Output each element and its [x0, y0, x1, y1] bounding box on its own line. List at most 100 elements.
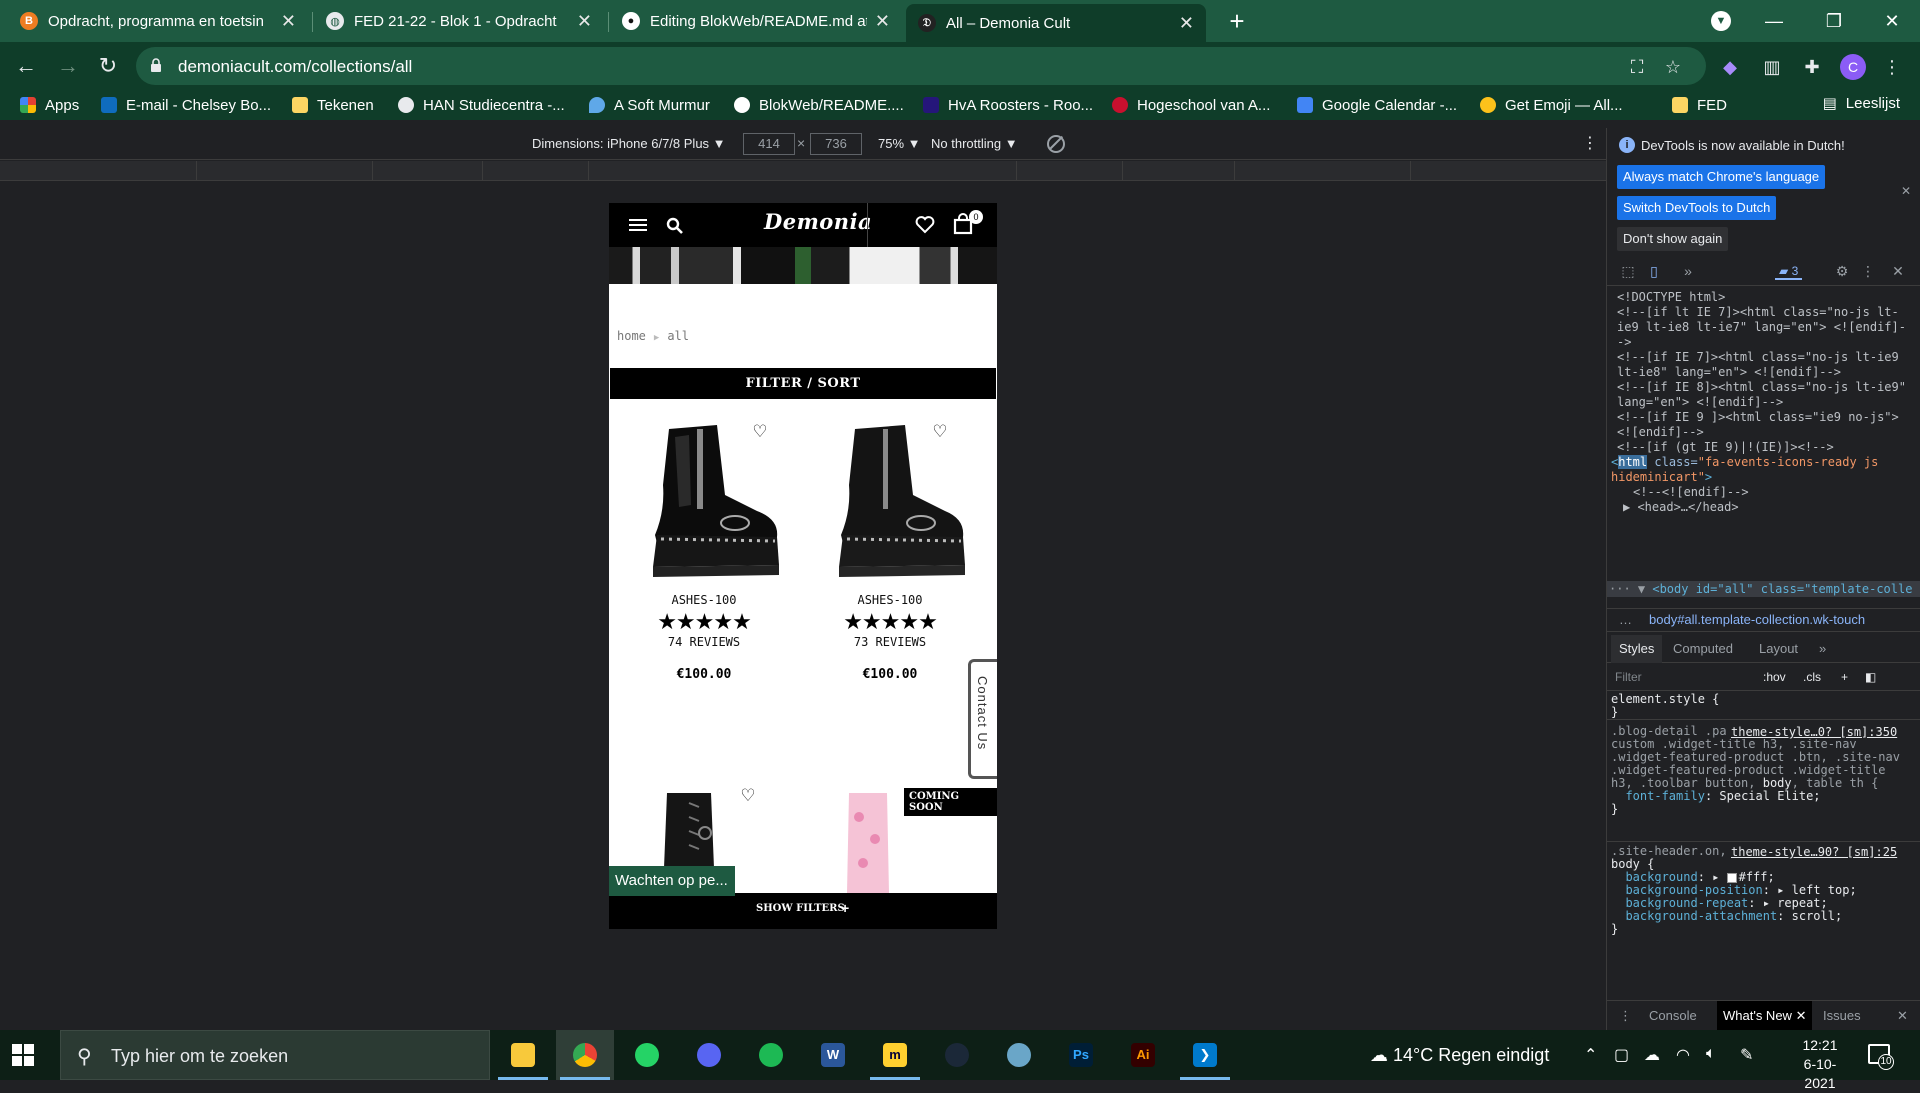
wishlist-heart-icon[interactable]: ♡ — [931, 423, 949, 441]
stylesheet-link[interactable]: theme-style…90? [sm]:25 — [1727, 845, 1898, 859]
boot-product-image[interactable] — [825, 415, 975, 585]
url-text[interactable]: demoniacult.com/collections/all — [178, 57, 412, 77]
element-style-rule[interactable]: element.style {} — [1611, 693, 1911, 719]
forward-button[interactable]: → — [52, 50, 84, 82]
new-tab-button[interactable]: + — [1222, 6, 1252, 36]
reload-button[interactable]: ↻ — [92, 50, 124, 82]
dom-line-body-selected[interactable]: ··· ▼ <body id="all" class="template-col… — [1607, 581, 1920, 597]
close-devtools-icon[interactable]: ✕ — [1889, 262, 1907, 280]
address-bar[interactable]: demoniacult.com/collections/all ⛶ ☆ — [136, 47, 1706, 85]
bookmark-fed[interactable]: FED — [1672, 94, 1727, 116]
crumb-overflow-icon[interactable]: … — [1619, 609, 1632, 631]
dom-line[interactable]: <!--[if IE 7]><html class="no-js lt-ie9 … — [1617, 350, 1911, 380]
cls-toggle[interactable]: .cls — [1803, 670, 1821, 684]
match-language-button[interactable]: Always match Chrome's language — [1617, 165, 1826, 189]
close-icon[interactable]: ✕ — [1179, 13, 1194, 34]
close-icon[interactable]: ✕ — [875, 11, 890, 32]
stylesheet-link[interactable]: theme-style…0? [sm]:350 — [1727, 725, 1898, 739]
pen-icon[interactable]: ✎ — [1740, 1045, 1753, 1065]
dom-line[interactable]: <!--[if IE 9 ]><html class="ie9 no-js"> … — [1617, 410, 1911, 440]
issues-badge[interactable]: ▰ 3 — [1775, 262, 1803, 280]
close-icon[interactable]: ✕ — [281, 11, 296, 32]
tab-issues[interactable]: Issues — [1823, 1008, 1861, 1023]
bookmark-han[interactable]: HAN Studiecentra -... — [398, 94, 565, 116]
dom-line-head[interactable]: ▶ <head>…</head> — [1623, 500, 1917, 515]
bookmark-soft-murmur[interactable]: A Soft Murmur — [589, 94, 710, 116]
show-filters-bar[interactable]: SHOW FILTERS + — [609, 893, 997, 929]
inspect-element-icon[interactable]: ⬚ — [1619, 262, 1637, 280]
filter-sort-button[interactable]: FILTER / SORT — [610, 368, 996, 399]
more-options-icon[interactable]: ⋮ — [1582, 133, 1598, 153]
wishlist-heart-icon[interactable]: ♡ — [751, 423, 769, 441]
throttling-select[interactable]: No throttling ▼ — [931, 136, 1018, 151]
device-height-input[interactable]: 736 — [810, 133, 862, 155]
media-query-ruler[interactable] — [0, 161, 1606, 181]
chrome-icon[interactable] — [556, 1030, 614, 1080]
dont-show-again-button[interactable]: Don't show again — [1617, 227, 1729, 251]
reading-list-button[interactable]: ▤ Leeslijst — [1823, 94, 1900, 113]
styles-pane[interactable]: element.style {} .blog-detail .page-head… — [1607, 693, 1920, 993]
bookmark-apps[interactable]: Apps — [20, 94, 79, 116]
profile-avatar[interactable]: C — [1840, 54, 1866, 80]
rotate-disabled-icon[interactable] — [1047, 135, 1065, 153]
bookmark-tekenen[interactable]: Tekenen — [292, 94, 374, 116]
site-logo[interactable]: Demonia — [764, 209, 872, 234]
wifi-icon[interactable]: ◠ — [1676, 1045, 1690, 1065]
device-select[interactable]: Dimensions: iPhone 6/7/8 Plus ▼ — [532, 136, 726, 151]
breadcrumb-home[interactable]: home — [617, 329, 646, 343]
windows-start-icon[interactable] — [12, 1044, 34, 1066]
boot-product-image[interactable] — [843, 793, 893, 893]
close-icon[interactable]: ✕ — [577, 11, 592, 32]
vscode-icon[interactable]: ❯ — [1176, 1030, 1234, 1080]
word-icon[interactable]: W — [804, 1030, 862, 1080]
expand-triangle-icon[interactable]: ▶ — [1623, 500, 1637, 514]
hamburger-menu-icon[interactable] — [629, 218, 647, 232]
dom-line[interactable]: <!--[if (gt IE 9)|!(IE)]><!--> — [1617, 440, 1911, 455]
translate-icon[interactable]: ⛶ — [1626, 56, 1648, 78]
steam-icon[interactable] — [928, 1030, 986, 1080]
onedrive-cloud-icon[interactable]: ☁ — [1644, 1045, 1660, 1065]
tab-styles[interactable]: Styles — [1611, 635, 1663, 663]
taskbar-search[interactable]: ⚲ Typ hier om te zoeken — [60, 1030, 490, 1080]
tab-computed[interactable]: Computed — [1673, 641, 1733, 656]
clock[interactable]: 12:21 6-10-2021 — [1790, 1036, 1850, 1093]
elements-dom-tree[interactable]: <!DOCTYPE html> <!--[if lt IE 7]><html c… — [1607, 288, 1920, 608]
illustrator-icon[interactable]: Ai — [1114, 1030, 1172, 1080]
expand-triangle-icon[interactable]: ··· ▼ — [1609, 582, 1652, 596]
device-toggle-icon[interactable]: ▯ — [1645, 262, 1663, 280]
crumb-body[interactable]: body#all.template-collection.wk-touch — [1649, 612, 1865, 627]
volume-icon[interactable]: 🔈︎ — [1706, 1045, 1716, 1063]
dom-line[interactable]: <!DOCTYPE html> — [1617, 290, 1911, 305]
tab-opdracht[interactable]: B Opdracht, programma en toetsin ✕ — [8, 0, 308, 42]
product-name[interactable]: ASHES-100 — [805, 593, 975, 607]
bookmark-hva-roosters[interactable]: HvA Roosters - Roo... — [923, 94, 1093, 116]
bookmark-hogeschool[interactable]: Hogeschool van A... — [1112, 94, 1270, 116]
miro-icon[interactable]: m — [866, 1030, 924, 1080]
tab-fed[interactable]: ◍ FED 21-22 - Blok 1 - Opdracht ✕ — [314, 0, 604, 42]
bookmark-github[interactable]: BlokWeb/README.... — [734, 94, 904, 116]
restore-button[interactable]: ❐ — [1806, 0, 1862, 42]
color-swatch-icon[interactable] — [1726, 872, 1737, 883]
tab-github[interactable]: ● Editing BlokWeb/README.md at ✕ — [610, 0, 902, 42]
close-drawer-icon[interactable]: ✕ — [1897, 1008, 1908, 1024]
drawer-menu-icon[interactable]: ⋮ — [1619, 1008, 1632, 1024]
wishlist-heart-icon[interactable]: ♡ — [739, 787, 757, 805]
more-tabs-chevron-icon[interactable]: » — [1679, 262, 1697, 280]
dom-line[interactable]: <!--[if lt IE 7]><html class="no-js lt-i… — [1617, 305, 1911, 350]
file-explorer-icon[interactable] — [494, 1030, 552, 1080]
extension-icon[interactable]: ◆ — [1718, 55, 1742, 79]
device-icon[interactable]: ▢ — [1614, 1045, 1629, 1065]
styles-filter-input[interactable]: Filter — [1615, 670, 1642, 684]
toggle-sidebar-icon[interactable]: ◧ — [1865, 670, 1876, 684]
dom-line[interactable]: <!--<![endif]--> — [1633, 485, 1920, 500]
contact-us-tab[interactable]: Contact Us — [968, 659, 997, 779]
extensions-puzzle-icon[interactable]: ✚ — [1800, 55, 1824, 79]
close-icon[interactable]: ✕ — [1901, 184, 1911, 198]
zoom-select[interactable]: 75% ▼ — [878, 136, 921, 151]
close-window-button[interactable]: ✕ — [1864, 0, 1920, 42]
tab-whats-new[interactable]: What's New ✕ — [1717, 1001, 1813, 1031]
more-tabs-chevron-icon[interactable]: » — [1819, 641, 1826, 656]
wishlist-heart-icon[interactable] — [915, 215, 935, 234]
chevron-up-icon[interactable]: ⌃ — [1584, 1045, 1597, 1065]
bookmark-email[interactable]: E-mail - Chelsey Bo... — [101, 94, 271, 116]
